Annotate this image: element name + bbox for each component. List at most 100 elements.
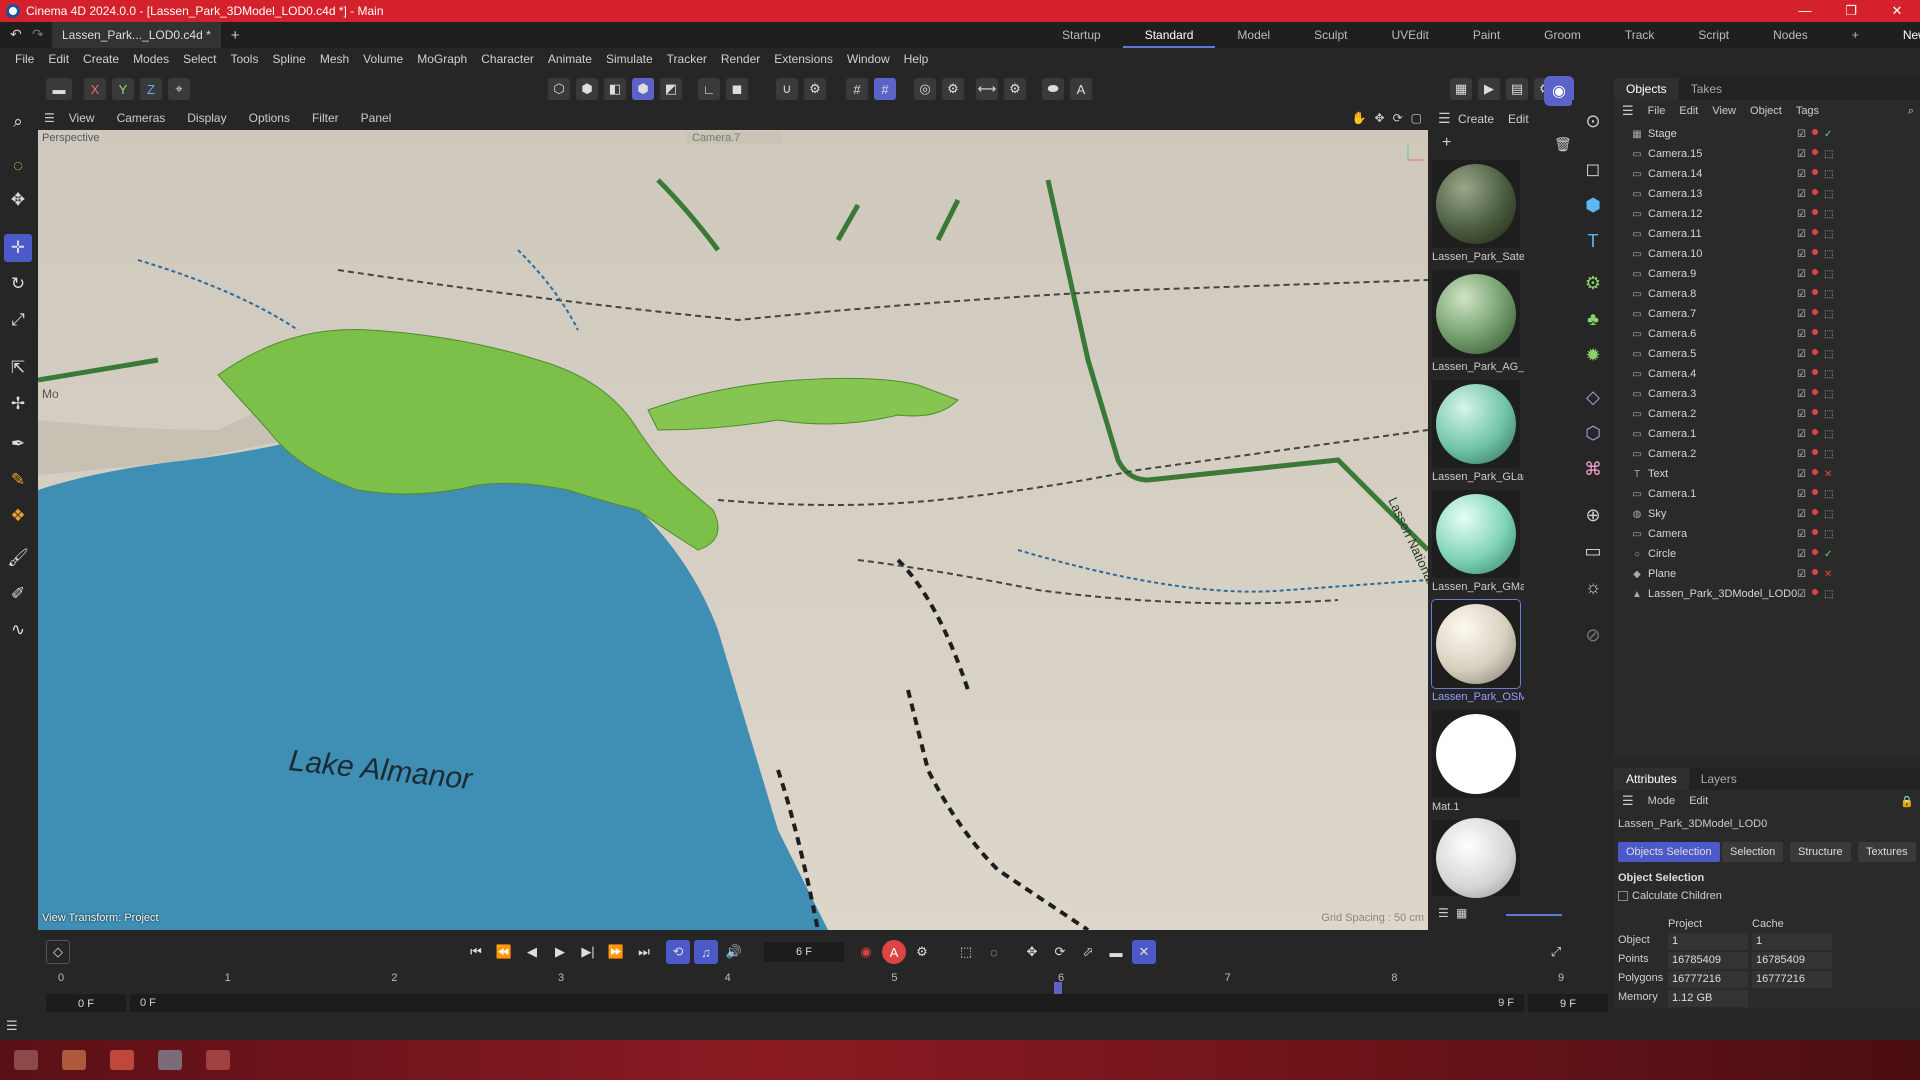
tag-icon[interactable]: ✓ (1824, 129, 1832, 140)
object-row[interactable]: ▭ Camera.3 ☑ ⬚ (1614, 384, 1920, 404)
light-object-icon[interactable]: ☼ (1578, 572, 1608, 602)
polygons-mode-icon[interactable]: ◧ (604, 78, 626, 100)
taskbar-app-icon[interactable] (62, 1050, 86, 1070)
object-row[interactable]: ▭ Camera.8 ☑ ⬚ (1614, 284, 1920, 304)
material-item[interactable]: Mat.1 (1432, 710, 1524, 813)
tag-icon[interactable]: ⬚ (1824, 169, 1833, 180)
menu-help[interactable]: Help (897, 52, 936, 66)
objects-menu-view[interactable]: View (1712, 105, 1736, 117)
object-row-flags[interactable]: ☑ ⬚ (1797, 288, 1833, 300)
objects-menu-tags[interactable]: Tags (1796, 105, 1819, 117)
cube-object-icon[interactable]: ⬢ (1578, 190, 1608, 220)
next-frame-icon[interactable]: ▶| (576, 940, 600, 964)
selection-tool-icon[interactable]: ◌ (4, 152, 32, 180)
object-row-flags[interactable]: ☑ ⬚ (1797, 268, 1833, 280)
active-camera-label[interactable]: Camera.7 (686, 132, 782, 144)
layout-model[interactable]: Model (1215, 22, 1292, 48)
edges-mode-icon[interactable]: ⬢ (576, 78, 598, 100)
tag-icon[interactable]: ⬚ (1824, 429, 1833, 440)
timeline-range-bar[interactable]: 0 F 9 F (130, 994, 1524, 1014)
render-dot-icon[interactable] (1811, 488, 1818, 495)
object-row[interactable]: ▭ Camera.12 ☑ ⬚ (1614, 204, 1920, 224)
object-row[interactable]: ▭ Camera ☑ ⬚ (1614, 524, 1920, 544)
timeline-end-field[interactable]: 9 F (1528, 994, 1608, 1014)
menu-file[interactable]: File (8, 52, 41, 66)
tab-objects[interactable]: Objects (1614, 78, 1679, 100)
render-queue-icon[interactable]: ▤ (1506, 78, 1528, 100)
key-settings-icon[interactable]: ⚙ (910, 940, 934, 964)
record-icon[interactable]: ◉ (854, 940, 878, 964)
knife-tool-icon[interactable]: ✐ (4, 580, 32, 608)
menu-tracker[interactable]: Tracker (660, 52, 714, 66)
render-dot-icon[interactable] (1811, 548, 1818, 555)
calculate-children-checkbox[interactable]: Calculate Children (1618, 890, 1722, 902)
object-row-flags[interactable]: ☑ ⬚ (1797, 528, 1833, 540)
menu-character[interactable]: Character (474, 52, 541, 66)
object-row-flags[interactable]: ☑ ⬚ (1797, 208, 1833, 220)
viewport-maximize-icon[interactable]: ▢ (1411, 111, 1422, 125)
current-frame-field[interactable]: 6 F (764, 942, 844, 962)
tag-icon[interactable]: ⬚ (1824, 189, 1833, 200)
viewport-menu-cameras[interactable]: Cameras (117, 111, 166, 125)
viewport-rotate-icon[interactable]: ⟳ (1393, 111, 1403, 125)
timeline-ruler[interactable]: 0123456789 (50, 972, 1570, 996)
tag-icon[interactable]: ⬚ (1824, 229, 1833, 240)
snap-settings-icon[interactable]: ⚙ (804, 78, 826, 100)
visibility-check-icon[interactable]: ☑ (1797, 489, 1806, 500)
tag-icon[interactable]: ⬚ (1824, 409, 1833, 420)
object-row-flags[interactable]: ☑ ⬚ (1797, 448, 1833, 460)
tag-icon[interactable]: ✓ (1824, 549, 1832, 560)
object-row[interactable]: ▭ Camera.15 ☑ ⬚ (1614, 144, 1920, 164)
render-dot-icon[interactable] (1811, 248, 1818, 255)
render-settings-icon[interactable]: ⚙ (942, 78, 964, 100)
material-hamburger-icon[interactable]: ☰ (1438, 110, 1451, 127)
structure-button[interactable]: Structure (1790, 842, 1851, 862)
render-dot-icon[interactable] (1811, 168, 1818, 175)
prev-frame-icon[interactable]: ◀ (520, 940, 544, 964)
visibility-check-icon[interactable]: ☑ (1797, 149, 1806, 160)
object-row-flags[interactable]: ☑ ⬚ (1797, 188, 1833, 200)
undo-icon[interactable]: ↶ (10, 26, 22, 43)
mograph-icon[interactable]: ⌘ (1578, 454, 1608, 484)
key-scale-icon[interactable]: ✥ (1020, 940, 1044, 964)
tag-icon[interactable]: ⬚ (1824, 249, 1833, 260)
render-dot-icon[interactable] (1811, 128, 1818, 135)
render-dot-icon[interactable] (1811, 228, 1818, 235)
visibility-check-icon[interactable]: ☑ (1797, 389, 1806, 400)
render-dot-icon[interactable] (1811, 508, 1818, 515)
thumbnail-size-slider[interactable] (1506, 914, 1562, 916)
render-dot-icon[interactable] (1811, 528, 1818, 535)
render-dot-icon[interactable] (1811, 408, 1818, 415)
viewport-menu-options[interactable]: Options (249, 111, 290, 125)
objects-hamburger-icon[interactable]: ☰ (1622, 103, 1634, 119)
tag-icon[interactable]: ⬚ (1824, 349, 1833, 360)
scale-tool-icon[interactable]: ⤢ (4, 306, 32, 334)
objects-menu-file[interactable]: File (1648, 105, 1666, 117)
tag-icon[interactable]: ⬚ (1824, 509, 1833, 520)
cloner-icon[interactable]: ♣ (1578, 304, 1608, 334)
tag-icon[interactable]: ✕ (1824, 469, 1832, 480)
render-dot-icon[interactable] (1811, 288, 1818, 295)
object-row[interactable]: ▭ Camera.1 ☑ ⬚ (1614, 484, 1920, 504)
visibility-check-icon[interactable]: ☑ (1797, 549, 1806, 560)
object-row-flags[interactable]: ☑ ✕ (1797, 568, 1832, 580)
menu-mograph[interactable]: MoGraph (410, 52, 474, 66)
transfer-tool-icon[interactable]: ⇱ (4, 354, 32, 382)
object-row[interactable]: ○ Circle ☑ ✓ (1614, 544, 1920, 564)
object-row[interactable]: ◍ Sky ☑ ⬚ (1614, 504, 1920, 524)
object-row-flags[interactable]: ☑ ⬚ (1797, 228, 1833, 240)
viewport-menu-filter[interactable]: Filter (312, 111, 339, 125)
goto-start-icon[interactable]: ⏮ (464, 940, 488, 964)
tag-icon[interactable]: ⬚ (1824, 209, 1833, 220)
brush-tool-icon[interactable]: 🖌 (4, 544, 32, 572)
model-mode-icon[interactable]: ⬢ (632, 78, 654, 100)
object-row[interactable]: ▭ Camera.9 ☑ ⬚ (1614, 264, 1920, 284)
object-row-flags[interactable]: ☑ ⬚ (1797, 488, 1833, 500)
add-tab-button[interactable]: + (231, 27, 240, 44)
key-point-icon[interactable]: ▬ (1104, 940, 1128, 964)
render-dot-icon[interactable] (1811, 148, 1818, 155)
tag-icon[interactable]: ⬚ (1824, 489, 1833, 500)
material-item[interactable]: Lassen_Park_Satel (1432, 160, 1524, 263)
render-dot-icon[interactable] (1811, 448, 1818, 455)
y-axis-lock-button[interactable]: Y (112, 78, 134, 100)
